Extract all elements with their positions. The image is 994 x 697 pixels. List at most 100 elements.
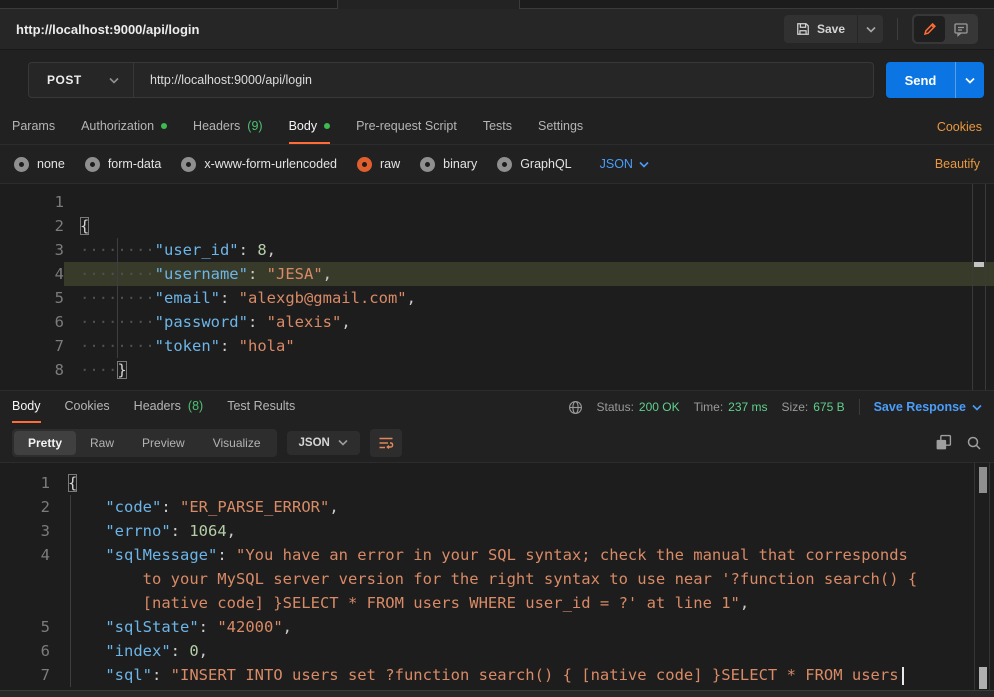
code-line[interactable]: 5 "sqlState": "42000", xyxy=(0,615,994,639)
cookies-link[interactable]: Cookies xyxy=(937,110,982,144)
code-line[interactable]: [native code] }SELECT * FROM users WHERE… xyxy=(0,591,994,615)
tab-cookies[interactable]: Cookies xyxy=(65,391,110,423)
token-p: , xyxy=(323,265,332,283)
green-dot-icon xyxy=(324,123,330,129)
code-line[interactable]: 1 xyxy=(0,190,994,214)
whitespace xyxy=(68,594,143,612)
token-str: "You have an error in your SQL syntax; c… xyxy=(236,546,908,564)
code-line[interactable]: 6········"password": "alexis", xyxy=(0,310,994,334)
code-line[interactable]: 3········"user_id": 8, xyxy=(0,238,994,262)
tab-label: Headers xyxy=(134,399,181,413)
globe-icon[interactable] xyxy=(568,400,583,415)
token-p: , xyxy=(329,498,338,516)
tab-body[interactable]: Body xyxy=(289,110,331,144)
code-line[interactable]: 4 "sqlMessage": "You have an error in yo… xyxy=(0,543,994,567)
code-line[interactable]: 4········"username": "JESA", xyxy=(0,262,994,286)
send-button[interactable]: Send xyxy=(886,62,955,98)
code-line[interactable]: 2 "code": "ER_PARSE_ERROR", xyxy=(0,495,994,519)
save-options-button[interactable] xyxy=(857,15,883,43)
raw-language-dropdown[interactable]: JSON xyxy=(600,157,649,171)
token-str: [native code] }SELECT * FROM users WHERE… xyxy=(143,594,740,612)
radio-icon xyxy=(497,157,512,172)
body-mode-form-data[interactable]: form-data xyxy=(85,157,162,172)
tab-headers[interactable]: Headers(8) xyxy=(134,391,204,423)
tab-headers[interactable]: Headers(9) xyxy=(193,110,263,144)
method-url-control: POST http://localhost:9000/api/login xyxy=(28,62,874,98)
tab-settings[interactable]: Settings xyxy=(538,110,583,144)
scrollbar-thumb[interactable] xyxy=(979,467,987,493)
edit-mode-button[interactable] xyxy=(914,16,945,42)
status-bar-edge xyxy=(0,690,994,697)
token-key: "token" xyxy=(155,337,220,355)
tab-label: Body xyxy=(289,119,318,133)
tab-label: Authorization xyxy=(81,119,154,133)
code-line[interactable]: to your MySQL server version for the rig… xyxy=(0,567,994,591)
code-line[interactable]: 1{ xyxy=(0,471,994,495)
send-options-button[interactable] xyxy=(955,62,984,98)
token-p: , xyxy=(283,618,292,636)
request-editor-lines: 12{3········"user_id": 8,4········"usern… xyxy=(0,190,994,382)
line-number: 6 xyxy=(0,639,50,663)
code-line-content: ········"email": "alexgb@gmail.com", xyxy=(64,286,994,310)
tab-strip-active-tab[interactable] xyxy=(337,0,520,9)
tab-test-results[interactable]: Test Results xyxy=(227,391,295,423)
code-line[interactable]: 6 "index": 0, xyxy=(0,639,994,663)
code-line-content: "sql": "INSERT INTO users set ?function … xyxy=(50,663,994,687)
save-response-button[interactable]: Save Response xyxy=(874,400,982,414)
meta-divider xyxy=(859,399,860,415)
token-key: "code" xyxy=(105,498,161,516)
view-tab-raw[interactable]: Raw xyxy=(76,431,128,455)
tab-tests[interactable]: Tests xyxy=(483,110,512,144)
search-icon[interactable] xyxy=(966,435,982,451)
view-tab-pretty[interactable]: Pretty xyxy=(14,431,76,455)
copy-icon[interactable] xyxy=(935,434,952,451)
response-tabs-list: Body Cookies Headers(8) Test Results xyxy=(12,391,295,423)
token-key: "password" xyxy=(155,313,248,331)
token-num: 0 xyxy=(189,642,198,660)
save-button[interactable]: Save xyxy=(784,15,857,43)
response-body-editor[interactable]: 1{2 "code": "ER_PARSE_ERROR",3 "errno": … xyxy=(0,463,994,690)
wrap-text-button[interactable] xyxy=(370,429,402,457)
code-line[interactable]: 5········"email": "alexgb@gmail.com", xyxy=(0,286,994,310)
line-number: 1 xyxy=(0,471,50,495)
response-scrollbar[interactable] xyxy=(974,463,990,690)
view-tab-visualize[interactable]: Visualize xyxy=(199,431,275,455)
body-mode-graphql[interactable]: GraphQL xyxy=(497,157,571,172)
tab-params[interactable]: Params xyxy=(12,110,55,144)
code-line[interactable]: 2{ xyxy=(0,214,994,238)
body-mode-binary[interactable]: binary xyxy=(420,157,477,172)
response-language-dropdown[interactable]: JSON xyxy=(287,431,360,455)
code-line[interactable]: 7 "sql": "INSERT INTO users set ?functio… xyxy=(0,663,994,687)
token-p: , xyxy=(341,313,350,331)
body-mode-x-www-form-urlencoded[interactable]: x-www-form-urlencoded xyxy=(181,157,337,172)
raw-language-value: JSON xyxy=(600,157,633,171)
token-p: : xyxy=(220,289,239,307)
token-p: : xyxy=(217,546,236,564)
body-mode-none[interactable]: none xyxy=(14,157,65,172)
url-input[interactable]: http://localhost:9000/api/login xyxy=(133,63,873,97)
tab-authorization[interactable]: Authorization xyxy=(81,110,167,144)
tab-strip-left[interactable] xyxy=(0,0,337,9)
view-tab-preview[interactable]: Preview xyxy=(128,431,199,455)
code-line-content: ········"password": "alexis", xyxy=(64,310,994,334)
chevron-down-icon xyxy=(866,26,876,33)
status-badge: Status: 200 OK xyxy=(597,400,680,414)
token-p: : xyxy=(248,313,267,331)
token-key: "user_id" xyxy=(155,241,239,259)
tab-body[interactable]: Body xyxy=(12,391,41,423)
comments-button[interactable] xyxy=(945,16,976,42)
method-select[interactable]: POST xyxy=(29,63,133,97)
whitespace xyxy=(68,618,105,636)
code-line[interactable]: 3 "errno": 1064, xyxy=(0,519,994,543)
code-line[interactable]: 7········"token": "hola" xyxy=(0,334,994,358)
tab-strip-right[interactable] xyxy=(520,0,994,9)
token-p: : xyxy=(199,618,218,636)
body-mode-raw[interactable]: raw xyxy=(357,157,400,172)
request-body-editor[interactable]: 12{3········"user_id": 8,4········"usern… xyxy=(0,183,994,390)
token-key: "sqlState" xyxy=(105,618,198,636)
tab-pre-request-script[interactable]: Pre-request Script xyxy=(356,110,457,144)
code-line[interactable]: 8····} xyxy=(0,358,994,382)
radio-icon xyxy=(420,157,435,172)
beautify-link[interactable]: Beautify xyxy=(935,157,980,171)
code-line-content: ········"user_id": 8, xyxy=(64,238,994,262)
